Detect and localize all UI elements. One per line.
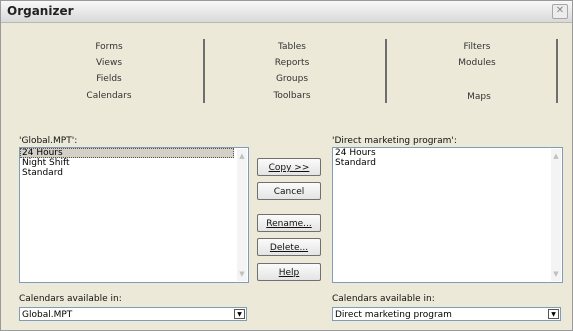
close-icon[interactable]: ✕ <box>552 4 568 19</box>
tab-filters[interactable]: Filters <box>432 42 522 52</box>
help-button[interactable]: Help <box>257 263 321 281</box>
title-bar: Organizer ✕ <box>1 1 572 23</box>
right-list-label: 'Direct marketing program': <box>332 136 457 146</box>
cancel-button[interactable]: Cancel <box>257 182 321 200</box>
dropdown-arrow-icon[interactable]: ▼ <box>234 309 245 319</box>
left-scrollbar[interactable]: ▲ ▼ <box>237 149 247 281</box>
select-value: Direct marketing program <box>335 310 452 320</box>
right-available-label: Calendars available in: <box>332 294 435 304</box>
left-list-label: 'Global.MPT': <box>19 136 78 146</box>
list-item[interactable]: Night Shift <box>20 158 248 168</box>
tab-separator <box>203 39 205 103</box>
delete-button[interactable]: Delete... <box>257 238 321 256</box>
select-value: Global.MPT <box>22 310 73 320</box>
window-title: Organizer <box>7 4 74 18</box>
list-item[interactable]: Standard <box>20 168 248 178</box>
organizer-window: Organizer ✕ Forms Views Fields Calendars… <box>0 0 573 331</box>
tab-toolbars[interactable]: Toolbars <box>247 91 337 101</box>
left-calendar-list[interactable]: 24 Hours Night Shift Standard ▲ ▼ <box>19 147 249 283</box>
copy-button[interactable]: Copy >> <box>257 158 321 176</box>
dropdown-arrow-icon[interactable]: ▼ <box>548 309 559 319</box>
tab-separator <box>385 39 387 103</box>
tab-calendars[interactable]: Calendars <box>64 91 154 101</box>
tab-separator <box>556 39 558 103</box>
right-scrollbar[interactable]: ▲ ▼ <box>551 149 561 281</box>
list-item[interactable]: 24 Hours <box>20 148 234 158</box>
tab-tables[interactable]: Tables <box>247 42 337 52</box>
tab-groups[interactable]: Groups <box>247 74 337 84</box>
tab-modules[interactable]: Modules <box>432 58 522 68</box>
right-calendars-available-select[interactable]: Direct marketing program ▼ <box>332 307 561 321</box>
rename-button[interactable]: Rename... <box>257 214 321 232</box>
tab-reports[interactable]: Reports <box>247 58 337 68</box>
left-available-label: Calendars available in: <box>19 294 122 304</box>
scroll-up-icon[interactable]: ▲ <box>237 151 247 161</box>
tab-maps[interactable]: Maps <box>434 92 524 102</box>
tab-fields[interactable]: Fields <box>64 74 154 84</box>
tab-strip: Forms Views Fields Calendars Tables Repo… <box>14 35 559 111</box>
left-calendars-available-select[interactable]: Global.MPT ▼ <box>19 307 247 321</box>
scroll-down-icon[interactable]: ▼ <box>237 269 247 279</box>
scroll-down-icon[interactable]: ▼ <box>551 269 561 279</box>
right-calendar-list[interactable]: 24 Hours Standard ▲ ▼ <box>332 147 563 283</box>
tab-forms[interactable]: Forms <box>64 42 154 52</box>
tab-views[interactable]: Views <box>64 58 154 68</box>
list-item[interactable]: 24 Hours <box>333 148 562 158</box>
scroll-up-icon[interactable]: ▲ <box>551 151 561 161</box>
list-item[interactable]: Standard <box>333 158 562 168</box>
